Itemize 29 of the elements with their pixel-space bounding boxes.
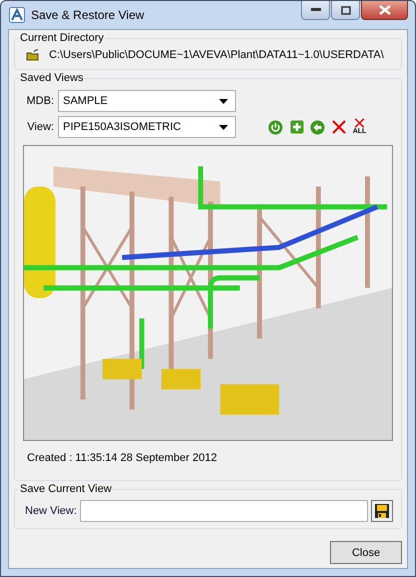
window-title: Save & Restore View <box>31 8 146 22</box>
folder-icon <box>26 49 39 61</box>
dropdown-arrow-icon <box>219 124 228 130</box>
new-view-field[interactable] <box>80 500 368 522</box>
maximize-icon <box>340 6 350 14</box>
view-dropdown[interactable]: PIPE150A3ISOMETRIC <box>58 116 236 138</box>
close-icon <box>378 5 390 15</box>
minimize-button[interactable] <box>301 1 330 20</box>
maximize-button[interactable] <box>331 1 360 20</box>
group-title: Saved Views <box>19 72 84 84</box>
close-dialog-button[interactable]: Close <box>330 541 402 564</box>
minimize-icon <box>310 8 320 12</box>
created-timestamp: Created : 11:35:14 28 September 2012 <box>27 452 218 464</box>
add-button[interactable] <box>288 118 305 136</box>
delete-button[interactable] <box>330 118 347 136</box>
field-label: New View: <box>25 505 77 517</box>
save-button[interactable] <box>371 500 393 522</box>
app-icon <box>9 7 25 23</box>
mdb-dropdown[interactable]: SAMPLE <box>58 90 236 112</box>
directory-path: C:\Users\Public\DOCUME~1\AVEVA\Plant\DATA11~1.0\USERDATA\ <box>49 49 384 61</box>
close-button[interactable] <box>361 1 408 20</box>
delete-icon <box>354 118 365 128</box>
field-label: View: <box>26 121 54 133</box>
back-button[interactable] <box>309 118 326 136</box>
group-title: Current Directory <box>19 32 105 44</box>
group-title: Save Current View <box>19 483 113 495</box>
dropdown-arrow-icon <box>219 98 228 104</box>
refresh-button[interactable] <box>267 118 284 136</box>
field-label: MDB: <box>26 95 54 107</box>
